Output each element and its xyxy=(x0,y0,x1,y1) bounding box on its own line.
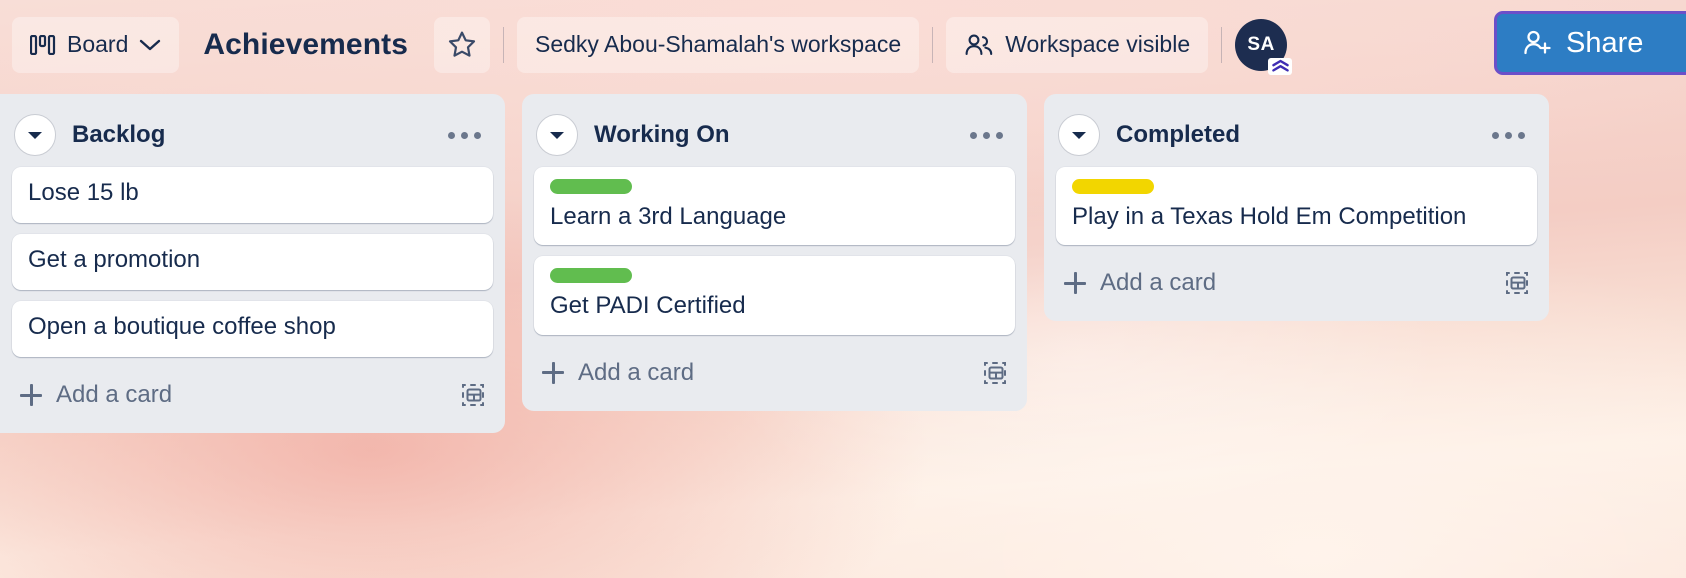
triangle-down-icon xyxy=(25,128,45,142)
board-visibility-label: Workspace visible xyxy=(1005,31,1191,57)
add-a-card-label: Add a card xyxy=(578,358,695,386)
plus-icon xyxy=(20,384,42,406)
create-from-template-button[interactable] xyxy=(1505,270,1531,296)
board-top-bar: Board Achievements Sedky Abou-Shamalah's… xyxy=(0,0,1686,89)
list-actions-button[interactable] xyxy=(440,131,489,139)
more-horizontal-icon xyxy=(1518,131,1525,139)
more-horizontal-icon xyxy=(996,131,1003,139)
more-horizontal-icon xyxy=(474,131,481,139)
card-title: Play in a Texas Hold Em Competition xyxy=(1072,203,1467,230)
page-title: Achievements xyxy=(203,27,408,61)
add-a-card-label: Add a card xyxy=(56,381,173,408)
list-title[interactable]: Working On xyxy=(594,121,946,149)
card[interactable]: Open a boutique coffee shop xyxy=(12,301,493,357)
board-view-label: Board xyxy=(67,31,129,57)
card-template-icon xyxy=(1505,270,1531,296)
triangle-down-icon xyxy=(547,128,567,142)
card-title: Get a promotion xyxy=(28,246,201,273)
workspace-name-label: Sedky Abou-Shamalah's workspace xyxy=(535,31,902,57)
card[interactable]: Lose 15 lb xyxy=(12,167,493,223)
chevron-down-icon xyxy=(139,38,161,52)
add-card-row: Add a card xyxy=(1056,256,1537,310)
card[interactable]: Get PADI Certified xyxy=(534,256,1015,335)
people-icon xyxy=(964,33,994,57)
more-horizontal-icon xyxy=(1492,131,1499,139)
collapse-list-button[interactable] xyxy=(536,114,578,156)
create-from-template-button[interactable] xyxy=(983,360,1009,386)
divider xyxy=(932,26,934,63)
create-from-template-button[interactable] xyxy=(461,382,487,408)
board-view-icon xyxy=(30,34,56,55)
collapse-list-button[interactable] xyxy=(14,114,56,156)
card[interactable]: Get a promotion xyxy=(12,234,493,290)
list-header: Completed xyxy=(1056,103,1537,167)
add-a-card-button[interactable]: Add a card xyxy=(542,359,983,387)
card-label[interactable] xyxy=(1072,179,1154,194)
card-label[interactable] xyxy=(550,268,632,284)
list-column: Backlog Lose 15 lb Get a promotion Open a b… xyxy=(0,94,505,433)
card-template-icon xyxy=(983,360,1009,386)
board-visibility-button[interactable]: Workspace visible xyxy=(946,16,1209,73)
card-title: Get PADI Certified xyxy=(550,292,746,320)
premium-chevrons-icon xyxy=(1268,57,1293,75)
card[interactable]: Learn a 3rd Language xyxy=(534,167,1015,246)
card-title: Lose 15 lb xyxy=(28,179,139,206)
add-a-card-button[interactable]: Add a card xyxy=(1064,269,1505,297)
list-title[interactable]: Backlog xyxy=(72,121,424,149)
workspace-name-button[interactable]: Sedky Abou-Shamalah's workspace xyxy=(517,16,920,73)
add-card-row: Add a card xyxy=(12,368,493,422)
board-canvas: Backlog Lose 15 lb Get a promotion Open a b… xyxy=(0,94,1549,433)
plus-icon xyxy=(542,361,564,384)
list-actions-button[interactable] xyxy=(962,131,1011,139)
list-header: Backlog xyxy=(12,103,493,167)
card-title: Open a boutique coffee shop xyxy=(28,313,336,340)
triangle-down-icon xyxy=(1069,128,1089,142)
avatar[interactable]: SA xyxy=(1235,18,1293,75)
add-a-card-label: Add a card xyxy=(1100,269,1217,297)
card[interactable]: Play in a Texas Hold Em Competition xyxy=(1056,167,1537,246)
list-column: Working On Learn a 3rd Language Get PADI C… xyxy=(522,94,1027,411)
more-horizontal-icon xyxy=(970,131,977,139)
more-horizontal-icon xyxy=(448,131,455,139)
list-column: Completed Play in a Texas Hold Em Competi… xyxy=(1044,94,1549,322)
avatar-initials: SA xyxy=(1247,33,1275,55)
more-horizontal-icon xyxy=(461,131,468,139)
star-board-button[interactable] xyxy=(434,16,490,73)
collapse-list-button[interactable] xyxy=(1058,114,1100,156)
card-labels xyxy=(550,268,999,284)
card-title: Learn a 3rd Language xyxy=(550,203,787,230)
list-actions-button[interactable] xyxy=(1484,131,1533,139)
divider xyxy=(503,26,504,63)
share-button[interactable]: Share xyxy=(1494,11,1686,75)
star-icon xyxy=(447,30,477,59)
card-labels xyxy=(1072,179,1521,194)
plus-icon xyxy=(1064,272,1086,295)
list-title[interactable]: Completed xyxy=(1116,121,1468,149)
card-labels xyxy=(550,179,999,194)
more-horizontal-icon xyxy=(983,131,990,139)
divider xyxy=(1221,26,1223,63)
add-a-card-button[interactable]: Add a card xyxy=(20,381,461,409)
card-template-icon xyxy=(461,382,487,408)
person-add-icon xyxy=(1523,29,1553,57)
add-card-row: Add a card xyxy=(534,346,1015,400)
card-label[interactable] xyxy=(550,179,632,194)
board-view-switcher-button[interactable]: Board xyxy=(12,16,180,73)
share-label: Share xyxy=(1566,26,1644,59)
list-header: Working On xyxy=(534,103,1015,167)
more-horizontal-icon xyxy=(1505,131,1512,139)
